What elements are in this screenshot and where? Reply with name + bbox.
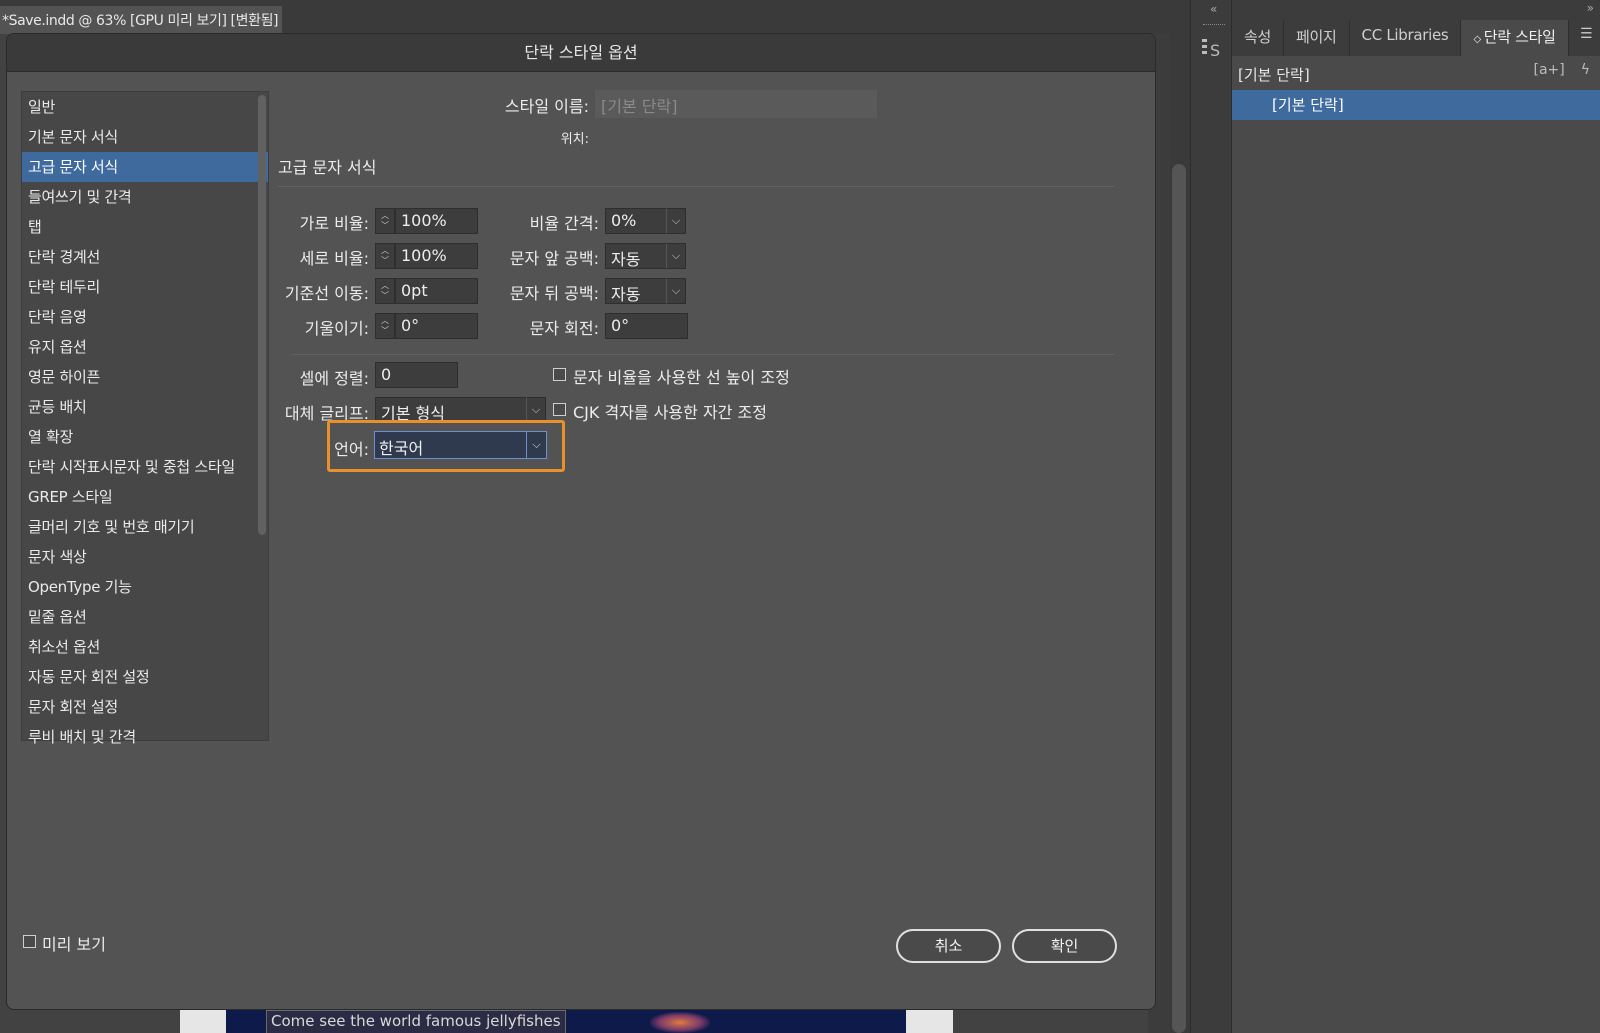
language-label: 언어: (334, 440, 369, 459)
category-item[interactable]: 단락 경계선 (22, 242, 268, 272)
category-item[interactable]: 유지 옵션 (22, 332, 268, 362)
cjk-grid-checkbox[interactable] (553, 403, 566, 416)
preview-checkbox[interactable] (23, 935, 36, 948)
skew-label: 기울이기: (304, 319, 369, 338)
section-title: 고급 문자 서식 (278, 158, 377, 177)
tab-paragraph-styles[interactable]: ◇ 단락 스타일 (1461, 20, 1569, 56)
tab-sort-icon: ◇ (1473, 34, 1484, 45)
lightning-icon[interactable]: ϟ (1581, 62, 1590, 78)
category-item[interactable]: 루비 배치 및 간격 (22, 722, 268, 752)
category-item[interactable]: 들여쓰기 및 간격 (22, 182, 268, 212)
jellyfish-image (650, 1012, 710, 1033)
tab-cc-libraries[interactable]: CC Libraries (1350, 20, 1462, 56)
panel-header-icons: [a+] ϟ (1534, 62, 1590, 78)
canvas-caption-text: Come see the world famous jellyfishes (266, 1010, 566, 1033)
collapse-panel-icon[interactable]: « (1210, 2, 1217, 16)
ok-button[interactable]: 확인 (1012, 929, 1117, 963)
category-item[interactable]: 단락 시작표시문자 및 중첩 스타일 (22, 452, 268, 482)
tab-pages[interactable]: 페이지 (1284, 20, 1350, 56)
baseline-shift-input[interactable]: 0pt (395, 278, 478, 304)
category-item[interactable]: 일반 (22, 92, 268, 122)
skew-input[interactable]: 0° (395, 313, 478, 339)
category-scrollbar[interactable] (258, 95, 266, 535)
language-select[interactable]: 한국어 (374, 431, 527, 459)
cell-align-label: 셀에 정렬: (299, 369, 369, 388)
tsume-input[interactable]: 0% (605, 208, 667, 234)
category-item[interactable]: 밑줄 옵션 (22, 602, 268, 632)
section-divider (278, 186, 1114, 187)
category-item[interactable]: 단락 테두리 (22, 272, 268, 302)
horizontal-scale-stepper[interactable]: ︿ ﹀ (375, 208, 395, 234)
horizontal-scale-label: 가로 비율: (299, 214, 369, 233)
category-item[interactable]: 문자 회전 설정 (22, 692, 268, 722)
space-after-label: 문자 뒤 공백: (509, 284, 599, 303)
vertical-scale-label: 세로 비율: (299, 249, 369, 268)
skew-stepper[interactable]: ︿ ﹀ (375, 313, 395, 339)
cell-align-input[interactable]: 0 (375, 362, 458, 388)
category-item[interactable]: 기본 문자 서식 (22, 122, 268, 152)
document-scrollbar[interactable] (1172, 164, 1186, 1033)
category-item[interactable]: 단락 음영 (22, 302, 268, 332)
category-item[interactable]: 탭 (22, 212, 268, 242)
category-item[interactable]: 영문 하이픈 (22, 362, 268, 392)
new-style-icon[interactable]: [a+] (1534, 62, 1565, 78)
panel-tabs: 속성 페이지 CC Libraries ◇ 단락 스타일 (1232, 20, 1600, 56)
cancel-button[interactable]: 취소 (896, 929, 1001, 963)
category-list: 일반 기본 문자 서식 고급 문자 서식 들여쓰기 및 간격 탭 단락 경계선 단락 테두리… (21, 91, 269, 746)
space-before-input[interactable]: 자동 (605, 243, 667, 269)
scale-line-height-label: 문자 비율을 사용한 선 높이 조정 (573, 368, 790, 387)
category-item[interactable]: 균등 배치 (22, 392, 268, 422)
char-rotation-label: 문자 회전: (529, 319, 599, 338)
category-item[interactable]: GREP 스타일 (22, 482, 268, 512)
vertical-scale-stepper[interactable]: ︿ ﹀ (375, 243, 395, 269)
tab-paragraph-styles-label: 단락 스타일 (1483, 28, 1556, 46)
category-item[interactable]: 취소선 옵션 (22, 632, 268, 662)
fields-divider (292, 354, 1114, 355)
expand-panel-icon[interactable]: » (1587, 1, 1594, 15)
space-before-label: 문자 앞 공백: (509, 249, 599, 268)
panel-title-bar: » (1232, 0, 1600, 20)
chevron-down-icon[interactable]: ⌵ (526, 431, 547, 459)
paragraph-style-options-dialog: 단락 스타일 옵션 일반 기본 문자 서식 고급 문자 서식 들여쓰기 및 간격 탭 단락… (6, 33, 1156, 1010)
panel-menu-icon[interactable]: ☰ (1580, 26, 1596, 42)
category-item[interactable]: 열 확장 (22, 422, 268, 452)
location-label: 위치: (560, 132, 589, 147)
style-name-field[interactable]: [기본 단락] (595, 90, 877, 118)
space-after-input[interactable]: 자동 (605, 278, 667, 304)
style-name-label: 스타일 이름: (504, 97, 589, 116)
tab-properties[interactable]: 속성 (1232, 20, 1285, 56)
preview-label: 미리 보기 (42, 935, 106, 954)
category-item[interactable]: 문자 색상 (22, 542, 268, 572)
baseline-shift-stepper[interactable]: ︿ ﹀ (375, 278, 395, 304)
category-item[interactable]: OpenType 기능 (22, 572, 268, 602)
category-item[interactable]: 자동 문자 회전 설정 (22, 662, 268, 692)
style-list-item[interactable]: [기본 단락] (1232, 90, 1600, 120)
cjk-grid-label: CJK 격자를 사용한 자간 조정 (573, 403, 767, 422)
tsume-label: 비율 간격: (529, 214, 599, 233)
horizontal-scale-input[interactable]: 100% (395, 208, 478, 234)
paragraph-styles-panel: » 속성 페이지 CC Libraries ◇ 단락 스타일 ☰ [기본 단락]… (1232, 0, 1600, 1033)
char-rotation-input[interactable]: 0° (605, 313, 688, 339)
chevron-down-icon[interactable]: ⌵ (666, 208, 686, 234)
collapsed-tool-strip (1190, 0, 1232, 1033)
chevron-down-icon[interactable]: ⌵ (666, 243, 686, 269)
paragraph-styles-icon[interactable]: S (1200, 36, 1224, 62)
category-item[interactable]: 고급 문자 서식 (22, 152, 268, 182)
document-tab[interactable]: *Save.indd @ 63% [GPU 미리 보기] [변환됨] (0, 6, 282, 34)
scale-line-height-checkbox[interactable] (553, 368, 566, 381)
grip-icon[interactable] (1203, 24, 1225, 27)
vertical-scale-input[interactable]: 100% (395, 243, 478, 269)
dialog-title: 단락 스타일 옵션 (7, 34, 1155, 72)
category-item[interactable]: 글머리 기호 및 번호 매기기 (22, 512, 268, 542)
svg-text:S: S (1210, 41, 1220, 60)
chevron-down-icon[interactable]: ⌵ (666, 278, 686, 304)
baseline-shift-label: 기준선 이동: (284, 284, 369, 303)
